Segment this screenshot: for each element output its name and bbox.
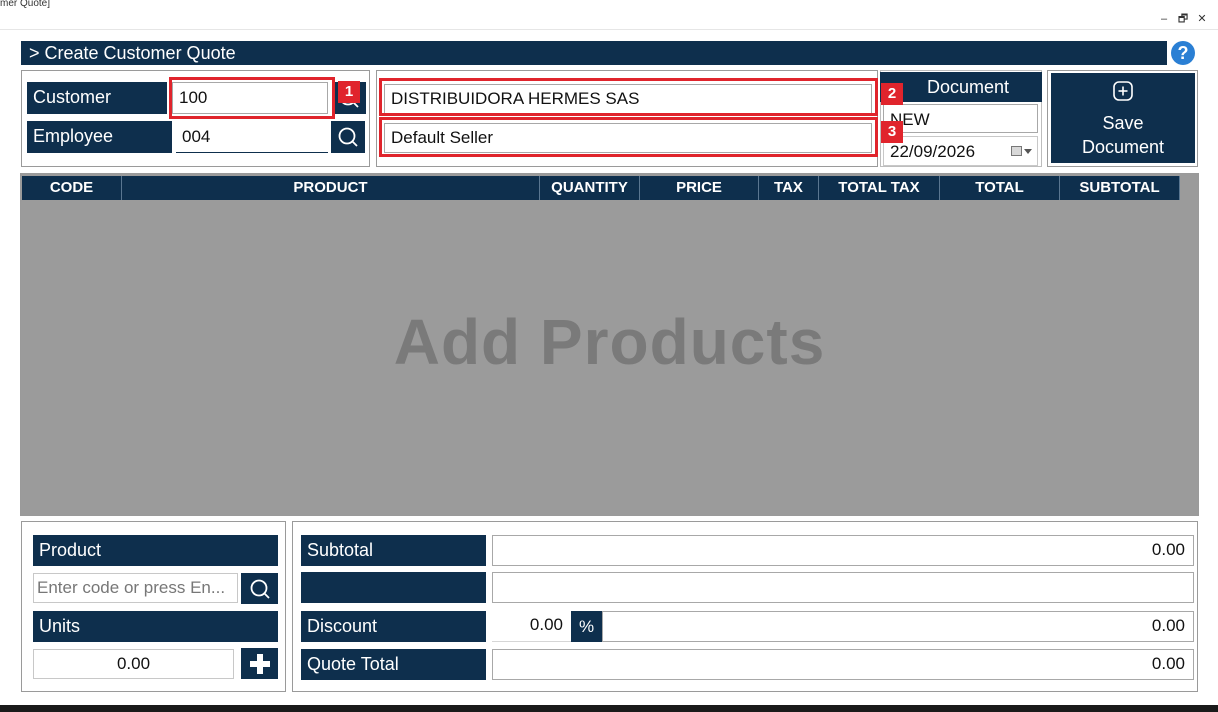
annotation-badge-1: 1 [338, 81, 360, 103]
document-number-field: NEW [883, 104, 1038, 133]
window-toolbar [0, 8, 1218, 30]
column-header-total-tax[interactable]: TOTAL TAX [819, 176, 940, 200]
column-header-tax[interactable]: TAX [759, 176, 819, 200]
column-header-total[interactable]: TOTAL [940, 176, 1060, 200]
subtotal-label: Subtotal [301, 535, 486, 566]
product-search-input[interactable] [33, 573, 238, 603]
column-header-subtotal[interactable]: SUBTOTAL [1060, 176, 1180, 200]
units-label: Units [33, 611, 278, 642]
minimize-button[interactable]: – [1156, 10, 1172, 28]
customer-name-field: DISTRIBUIDORA HERMES SAS [384, 84, 872, 114]
subtotal-value: 0.00 [492, 535, 1194, 566]
window-title: mer Quote] [0, 0, 1218, 8]
blank-total-label [301, 572, 486, 603]
plus-circle-icon [1113, 81, 1133, 101]
employee-search-button[interactable] [331, 121, 365, 153]
product-label: Product [33, 535, 278, 566]
restore-button[interactable]: 🗗 [1175, 10, 1191, 28]
page-title: > Create Customer Quote [21, 41, 1167, 65]
window-bottom-border [0, 705, 1218, 712]
customer-label: Customer [27, 82, 167, 114]
customer-code-input[interactable] [172, 82, 328, 114]
plus-icon [249, 653, 270, 674]
employee-code-input[interactable] [176, 121, 328, 153]
product-code-field[interactable] [37, 574, 237, 602]
chevron-down-icon[interactable] [1024, 149, 1032, 154]
discount-label: Discount [301, 611, 486, 642]
employee-label: Employee [27, 121, 172, 153]
blank-total-value [492, 572, 1194, 603]
calendar-icon[interactable] [1011, 146, 1022, 156]
discount-percent-input[interactable]: 0.00 [492, 611, 571, 642]
document-date-value: 22/09/2026 [890, 142, 976, 161]
percent-toggle-button[interactable]: % [571, 611, 602, 642]
add-product-button[interactable] [241, 648, 278, 679]
annotation-badge-3: 3 [881, 121, 903, 143]
close-button[interactable]: ✕ [1194, 10, 1210, 28]
column-header-quantity[interactable]: QUANTITY [540, 176, 640, 200]
help-icon[interactable]: ? [1171, 41, 1195, 65]
save-label-line1: Save [1102, 113, 1144, 133]
seller-name-field: Default Seller [384, 123, 872, 153]
quote-total-label: Quote Total [301, 649, 486, 680]
column-header-code[interactable]: CODE [22, 176, 122, 200]
product-search-button[interactable] [241, 573, 278, 604]
customer-code-field[interactable] [179, 83, 327, 113]
empty-grid-message: Add Products [393, 306, 826, 378]
search-icon [250, 579, 270, 599]
employee-code-field[interactable] [182, 121, 328, 152]
document-label: Document [880, 72, 1042, 102]
save-label-line2: Document [1081, 137, 1165, 157]
column-header-product[interactable]: PRODUCT [122, 176, 540, 200]
quote-total-value: 0.00 [492, 649, 1194, 680]
units-input[interactable]: 0.00 [33, 649, 234, 679]
column-header-price[interactable]: PRICE [640, 176, 759, 200]
annotation-badge-2: 2 [881, 83, 903, 105]
save-document-button[interactable]: Save Document [1051, 73, 1195, 163]
discount-value: 0.00 [602, 611, 1194, 642]
search-icon [338, 127, 358, 147]
